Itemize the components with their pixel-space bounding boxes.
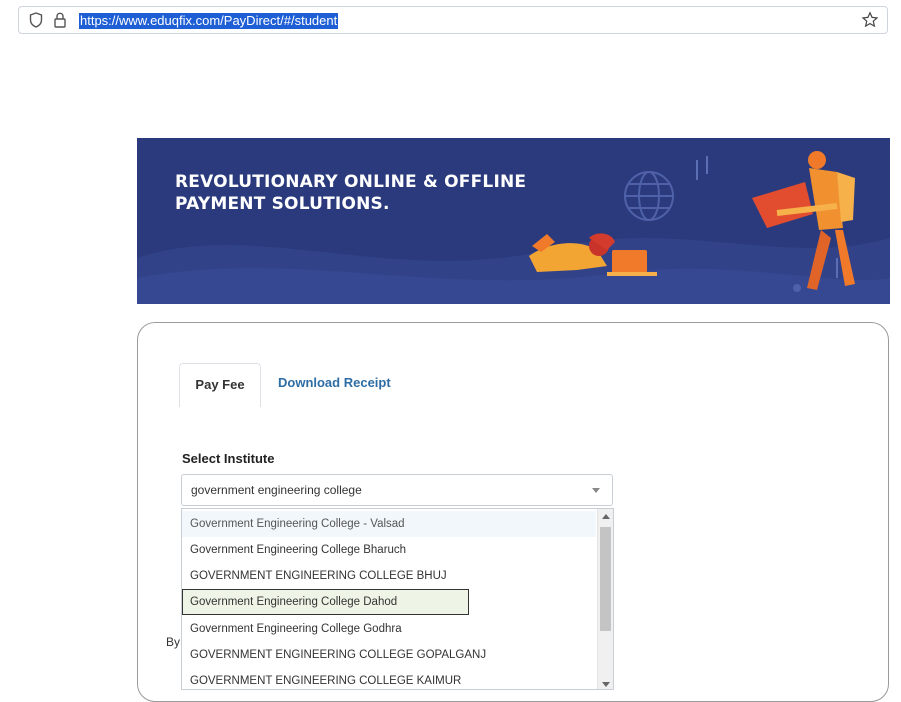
headline-line-1: REVOLUTIONARY ONLINE & OFFLINE: [175, 172, 527, 192]
chevron-down-icon[interactable]: [592, 488, 600, 493]
url-text[interactable]: https://www.eduqfix.com/PayDirect/#/stud…: [79, 13, 339, 29]
banner-headline: REVOLUTIONARY ONLINE & OFFLINE PAYMENT S…: [175, 171, 526, 215]
dropdown-option[interactable]: GOVERNMENT ENGINEERING COLLEGE KAIMUR: [182, 668, 596, 689]
banner-illustration: [137, 138, 890, 304]
dropdown-option[interactable]: GOVERNMENT ENGINEERING COLLEGE BHUJ: [182, 563, 596, 589]
dropdown-option-highlighted[interactable]: Government Engineering College Dahod: [182, 589, 469, 615]
lock-icon[interactable]: [54, 12, 66, 33]
address-bar[interactable]: https://www.eduqfix.com/PayDirect/#/stud…: [18, 6, 888, 34]
shield-icon[interactable]: [29, 12, 43, 33]
dropdown-option[interactable]: GOVERNMENT ENGINEERING COLLEGE GOPALGANJ: [182, 642, 596, 668]
dropdown-option[interactable]: Government Engineering College - Valsad: [182, 511, 596, 537]
scrollbar-thumb[interactable]: [600, 527, 611, 631]
institute-dropdown-list[interactable]: Government Engineering College - Valsad …: [181, 508, 614, 690]
footer-text-fragment: By: [166, 635, 181, 649]
select-institute-label: Select Institute: [182, 451, 275, 466]
dropdown-scrollbar[interactable]: [597, 509, 613, 689]
bookmark-star-icon[interactable]: [861, 11, 879, 34]
dropdown-option[interactable]: Government Engineering College Bharuch: [182, 537, 596, 563]
scroll-up-arrow-icon[interactable]: [602, 514, 610, 519]
tab-pay-fee[interactable]: Pay Fee: [179, 363, 261, 407]
scroll-down-arrow-icon[interactable]: [602, 682, 610, 687]
dropdown-option[interactable]: Government Engineering College Godhra: [182, 616, 596, 642]
tab-download-receipt[interactable]: Download Receipt: [278, 375, 391, 390]
institute-select-value: government engineering college: [191, 483, 362, 497]
institute-select[interactable]: government engineering college: [181, 474, 613, 506]
headline-line-2: PAYMENT SOLUTIONS.: [175, 194, 390, 214]
hero-banner: REVOLUTIONARY ONLINE & OFFLINE PAYMENT S…: [137, 138, 890, 304]
